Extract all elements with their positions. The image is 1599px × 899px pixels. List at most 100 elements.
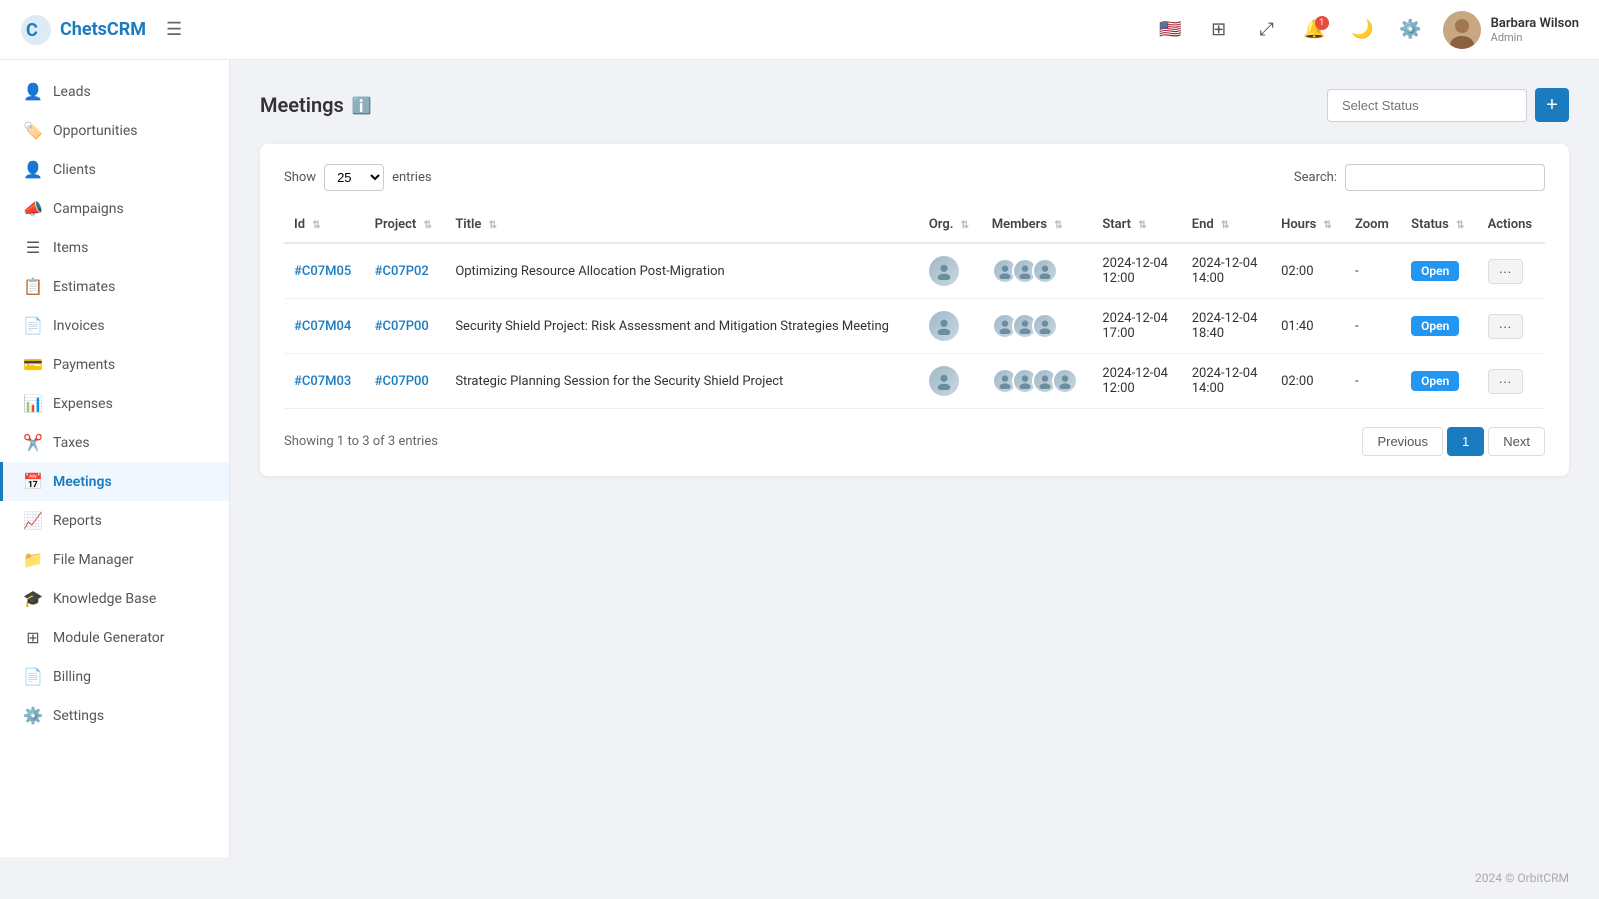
dark-mode-icon[interactable]: 🌙 xyxy=(1347,14,1379,46)
project-link[interactable]: #C07P00 xyxy=(375,319,429,334)
sidebar-item-estimates[interactable]: 📋 Estimates xyxy=(0,267,229,306)
cell-actions: ··· xyxy=(1478,354,1545,409)
entries-select[interactable]: 10 25 50 100 xyxy=(324,164,384,191)
search-input[interactable] xyxy=(1345,164,1545,191)
cell-project: #C07P00 xyxy=(365,299,446,354)
info-icon[interactable]: ℹ️ xyxy=(352,96,372,115)
estimates-icon: 📋 xyxy=(23,277,43,296)
cell-org xyxy=(919,354,982,409)
sidebar-label-expenses: Expenses xyxy=(53,396,113,412)
status-badge: Open xyxy=(1411,316,1459,336)
cell-end: 2024-12-0418:40 xyxy=(1182,299,1271,354)
table-body: #C07M05 #C07P02 Optimizing Resource Allo… xyxy=(284,243,1545,409)
sidebar-item-file-manager[interactable]: 📁 File Manager xyxy=(0,540,229,579)
sidebar-item-clients[interactable]: 👤 Clients xyxy=(0,150,229,189)
sidebar-item-payments[interactable]: 💳 Payments xyxy=(0,345,229,384)
sidebar-item-campaigns[interactable]: 📣 Campaigns xyxy=(0,189,229,228)
sidebar-item-knowledge-base[interactable]: 🎓 Knowledge Base xyxy=(0,579,229,618)
sidebar-label-clients: Clients xyxy=(53,162,96,178)
cell-start: 2024-12-0412:00 xyxy=(1092,243,1181,299)
cell-status: Open xyxy=(1401,354,1477,409)
page-1-button[interactable]: 1 xyxy=(1447,427,1484,456)
settings-icon[interactable]: ⚙️ xyxy=(1395,14,1427,46)
cell-actions: ··· xyxy=(1478,299,1545,354)
sidebar-item-taxes[interactable]: ✂️ Taxes xyxy=(0,423,229,462)
grid-icon[interactable]: ⊞ xyxy=(1203,14,1235,46)
cell-project: #C07P02 xyxy=(365,243,446,299)
opportunities-icon: 🏷️ xyxy=(23,121,43,140)
col-org[interactable]: Org. ⇅ xyxy=(919,207,982,243)
sidebar-item-settings[interactable]: ⚙️ Settings xyxy=(0,696,229,735)
sidebar-item-module-generator[interactable]: ⊞ Module Generator xyxy=(0,618,229,657)
hamburger-button[interactable]: ☰ xyxy=(166,19,182,40)
sidebar-label-opportunities: Opportunities xyxy=(53,123,138,139)
fullscreen-icon[interactable]: ⤢ xyxy=(1251,14,1283,46)
flag-icon[interactable]: 🇺🇸 xyxy=(1155,14,1187,46)
notification-icon[interactable]: 🔔 1 xyxy=(1299,14,1331,46)
user-profile[interactable]: Barbara Wilson Admin xyxy=(1443,11,1579,49)
sidebar-label-estimates: Estimates xyxy=(53,279,115,295)
project-link[interactable]: #C07P02 xyxy=(375,264,429,279)
cell-end: 2024-12-0414:00 xyxy=(1182,354,1271,409)
sidebar-label-taxes: Taxes xyxy=(53,435,90,451)
sidebar-label-module-generator: Module Generator xyxy=(53,630,165,646)
sidebar-item-invoices[interactable]: 📄 Invoices xyxy=(0,306,229,345)
logo-icon: C xyxy=(20,14,52,46)
meetings-table: Id ⇅ Project ⇅ Title ⇅ Org. ⇅ Members ⇅ … xyxy=(284,207,1545,409)
sidebar-item-reports[interactable]: 📈 Reports xyxy=(0,501,229,540)
cell-title: Security Shield Project: Risk Assessment… xyxy=(445,299,919,354)
row-action-button[interactable]: ··· xyxy=(1488,259,1523,284)
sidebar-item-leads[interactable]: 👤 Leads xyxy=(0,72,229,111)
module-generator-icon: ⊞ xyxy=(23,628,43,647)
member-avatar xyxy=(1052,368,1078,394)
table-row: #C07M04 #C07P00 Security Shield Project:… xyxy=(284,299,1545,354)
app-body: 👤 Leads 🏷️ Opportunities 👤 Clients 📣 Cam… xyxy=(0,60,1599,857)
campaigns-icon: 📣 xyxy=(23,199,43,218)
sidebar-label-invoices: Invoices xyxy=(53,318,105,334)
table-card: Show 10 25 50 100 entries Search: xyxy=(260,144,1569,476)
cell-project: #C07P00 xyxy=(365,354,446,409)
sidebar-item-opportunities[interactable]: 🏷️ Opportunities xyxy=(0,111,229,150)
expenses-icon: 📊 xyxy=(23,394,43,413)
user-info: Barbara Wilson Admin xyxy=(1491,16,1579,44)
pagination-row: Showing 1 to 3 of 3 entries Previous 1 N… xyxy=(284,427,1545,456)
sidebar-item-items[interactable]: ☰ Items xyxy=(0,228,229,267)
col-hours[interactable]: Hours ⇅ xyxy=(1271,207,1345,243)
sidebar-item-billing[interactable]: 📄 Billing xyxy=(0,657,229,696)
previous-button[interactable]: Previous xyxy=(1362,427,1443,456)
sidebar-label-meetings: Meetings xyxy=(53,474,112,490)
col-project[interactable]: Project ⇅ xyxy=(365,207,446,243)
cell-hours: 02:00 xyxy=(1271,243,1345,299)
page-title-row: Meetings ℹ️ xyxy=(260,93,372,117)
member-avatar xyxy=(1032,258,1058,284)
col-title[interactable]: Title ⇅ xyxy=(445,207,919,243)
col-status[interactable]: Status ⇅ xyxy=(1401,207,1477,243)
sidebar-item-meetings[interactable]: 📅 Meetings xyxy=(0,462,229,501)
status-select-input[interactable] xyxy=(1327,89,1527,122)
id-link[interactable]: #C07M03 xyxy=(294,374,351,389)
col-end[interactable]: End ⇅ xyxy=(1182,207,1271,243)
search-label: Search: xyxy=(1294,170,1337,185)
col-id[interactable]: Id ⇅ xyxy=(284,207,365,243)
row-action-button[interactable]: ··· xyxy=(1488,369,1523,394)
sidebar-label-knowledge-base: Knowledge Base xyxy=(53,591,156,607)
sidebar-item-expenses[interactable]: 📊 Expenses xyxy=(0,384,229,423)
cell-zoom: - xyxy=(1345,299,1401,354)
footer-text: 2024 © OrbitCRM xyxy=(1475,871,1569,885)
show-entries: Show 10 25 50 100 entries xyxy=(284,164,432,191)
col-members[interactable]: Members ⇅ xyxy=(982,207,1093,243)
logo[interactable]: C ChetsCRM xyxy=(20,14,146,46)
col-start[interactable]: Start ⇅ xyxy=(1092,207,1181,243)
taxes-icon: ✂️ xyxy=(23,433,43,452)
add-meeting-button[interactable]: + xyxy=(1535,88,1569,122)
cell-hours: 02:00 xyxy=(1271,354,1345,409)
next-button[interactable]: Next xyxy=(1488,427,1545,456)
project-link[interactable]: #C07P00 xyxy=(375,374,429,389)
id-link[interactable]: #C07M05 xyxy=(294,264,351,279)
user-role: Admin xyxy=(1491,31,1579,44)
cell-id: #C07M03 xyxy=(284,354,365,409)
notification-badge: 1 xyxy=(1315,16,1329,30)
cell-zoom: - xyxy=(1345,354,1401,409)
row-action-button[interactable]: ··· xyxy=(1488,314,1523,339)
id-link[interactable]: #C07M04 xyxy=(294,319,351,334)
